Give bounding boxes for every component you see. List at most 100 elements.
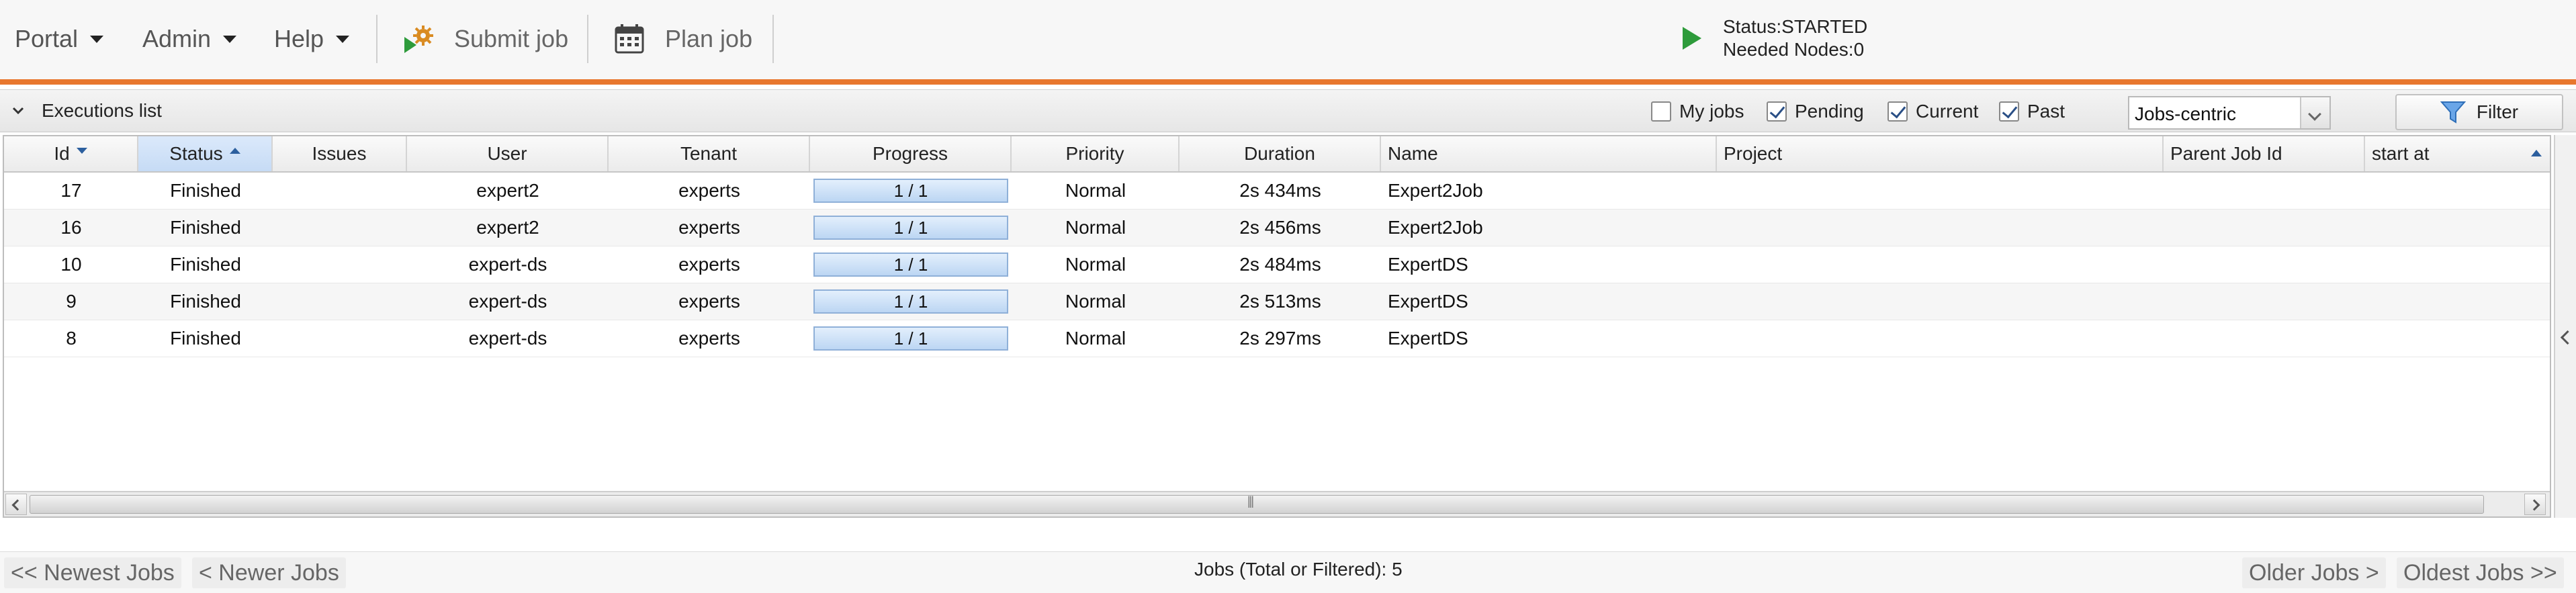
past-checkbox[interactable]: Past: [1999, 101, 2065, 122]
table-row[interactable]: 9 Finished expert-ds experts 1 / 1 Normal 2s 5…: [4, 283, 2550, 320]
status-text: Status:STARTED: [1723, 16, 1868, 37]
chevron-down-icon: [336, 35, 350, 43]
cell-issues: [273, 320, 407, 357]
admin-menu[interactable]: Admin: [142, 20, 237, 58]
table-row[interactable]: 10 Finished expert-ds experts 1 / 1 Normal 2s …: [4, 246, 2550, 283]
cell-progress: 1 / 1: [810, 320, 1012, 357]
checkbox-label: Pending: [1795, 101, 1864, 122]
cell-name: Expert2Job: [1388, 180, 1483, 201]
cell-status: Finished: [170, 180, 241, 201]
column-label: Project: [1724, 143, 1783, 164]
older-jobs-button[interactable]: Older Jobs >: [2242, 557, 2386, 588]
cell-project: [1717, 320, 2164, 357]
column-header-id[interactable]: Id: [4, 136, 138, 171]
cell-start-at: [2365, 320, 2550, 357]
help-menu-label: Help: [274, 25, 324, 52]
submit-job-icon: [404, 26, 433, 53]
cell-start-at: [2365, 246, 2550, 283]
chevron-down-icon: [90, 35, 104, 43]
scroll-up-arrow-icon[interactable]: [2526, 139, 2546, 166]
column-label: Tenant: [680, 143, 738, 164]
filter-label: Filter: [2476, 101, 2519, 122]
cell-tenant: experts: [678, 328, 740, 349]
checkbox-box[interactable]: [1887, 101, 1908, 122]
column-header-start-at[interactable]: start at: [2365, 136, 2550, 171]
pending-checkbox[interactable]: Pending: [1767, 101, 1864, 122]
cell-progress: 1 / 1: [810, 173, 1012, 209]
cell-tenant: experts: [678, 180, 740, 201]
column-label: Name: [1388, 143, 1438, 164]
checkbox-label: Current: [1916, 101, 1979, 122]
toolbar-divider: [772, 15, 774, 63]
cell-start-at: [2365, 173, 2550, 209]
cell-issues: [273, 173, 407, 209]
cell-start-at: [2365, 283, 2550, 320]
scrollbar-thumb[interactable]: [30, 494, 2484, 514]
chevron-down-icon[interactable]: [2300, 97, 2329, 128]
cell-priority: Normal: [1065, 291, 1126, 312]
plan-job-button[interactable]: Plan job: [613, 19, 752, 59]
column-header-tenant[interactable]: Tenant: [609, 136, 810, 171]
help-menu[interactable]: Help: [274, 20, 350, 58]
column-label: Priority: [1065, 143, 1124, 164]
column-label: Progress: [872, 143, 948, 164]
view-mode-value: Jobs-centric: [2135, 103, 2236, 124]
collapse-chevron-icon[interactable]: [12, 105, 24, 117]
column-header-duration[interactable]: Duration: [1180, 136, 1381, 171]
column-header-name[interactable]: Name: [1381, 136, 1717, 171]
column-label: Status: [169, 143, 223, 164]
table-row[interactable]: 17 Finished expert2 experts 1 / 1 Normal 2s 43…: [4, 173, 2550, 210]
current-checkbox[interactable]: Current: [1887, 101, 1978, 122]
job-count-text: Jobs (Total or Filtered): 5: [1194, 559, 1403, 580]
horizontal-scrollbar[interactable]: [4, 491, 2550, 516]
cell-project: [1717, 210, 2164, 246]
toolbar-divider: [587, 15, 588, 63]
cell-project: [1717, 283, 2164, 320]
sort-asc-icon: [229, 147, 240, 154]
my-jobs-checkbox[interactable]: My jobs: [1651, 101, 1744, 122]
column-header-user[interactable]: User: [407, 136, 609, 171]
scroll-left-arrow-icon[interactable]: [5, 494, 27, 515]
newer-jobs-button[interactable]: < Newer Jobs: [192, 557, 346, 588]
submit-job-button[interactable]: Submit job: [402, 19, 568, 59]
portal-menu[interactable]: Portal: [15, 20, 104, 58]
view-mode-select[interactable]: Jobs-centric: [2128, 96, 2331, 130]
cell-tenant: experts: [678, 254, 740, 275]
details-panel-expand-tab[interactable]: [2554, 135, 2576, 518]
table-row[interactable]: 8 Finished expert-ds experts 1 / 1 Normal 2s 2…: [4, 320, 2550, 357]
table-row[interactable]: 16 Finished expert2 experts 1 / 1 Normal 2s 45…: [4, 210, 2550, 246]
cell-parent-job-id: [2164, 246, 2365, 283]
column-header-parent-job-id[interactable]: Parent Job Id: [2164, 136, 2365, 171]
cell-priority: Normal: [1065, 217, 1126, 238]
cell-progress: 1 / 1: [810, 283, 1012, 320]
needed-nodes-text: Needed Nodes:0: [1723, 39, 1865, 60]
cell-status: Finished: [170, 291, 241, 312]
column-header-progress[interactable]: Progress: [810, 136, 1012, 171]
cell-duration: 2s 484ms: [1239, 254, 1321, 275]
newest-jobs-button[interactable]: << Newest Jobs: [4, 557, 181, 588]
column-header-issues[interactable]: Issues: [273, 136, 407, 171]
oldest-jobs-button[interactable]: Oldest Jobs >>: [2397, 557, 2564, 588]
cell-parent-job-id: [2164, 210, 2365, 246]
cell-start-at: [2365, 210, 2550, 246]
accent-divider: [0, 79, 2576, 85]
play-icon: [1683, 27, 1701, 50]
submit-job-label: Submit job: [454, 25, 569, 52]
progress-bar: 1 / 1: [813, 326, 1008, 351]
progress-bar: 1 / 1: [813, 216, 1008, 240]
checkbox-box[interactable]: [1767, 101, 1787, 122]
checkbox-box[interactable]: [1999, 101, 2019, 122]
cell-issues: [273, 210, 407, 246]
cell-project: [1717, 246, 2164, 283]
cell-progress: 1 / 1: [810, 246, 1012, 283]
checkbox-box[interactable]: [1651, 101, 1671, 122]
cell-parent-job-id: [2164, 173, 2365, 209]
scroll-right-arrow-icon[interactable]: [2524, 494, 2546, 515]
column-header-status[interactable]: Status: [138, 136, 273, 171]
column-header-priority[interactable]: Priority: [1012, 136, 1180, 171]
column-header-project[interactable]: Project: [1717, 136, 2164, 171]
cell-duration: 2s 456ms: [1239, 217, 1321, 238]
funnel-icon: [2440, 101, 2466, 124]
filter-button[interactable]: Filter: [2395, 94, 2563, 130]
cell-parent-job-id: [2164, 320, 2365, 357]
